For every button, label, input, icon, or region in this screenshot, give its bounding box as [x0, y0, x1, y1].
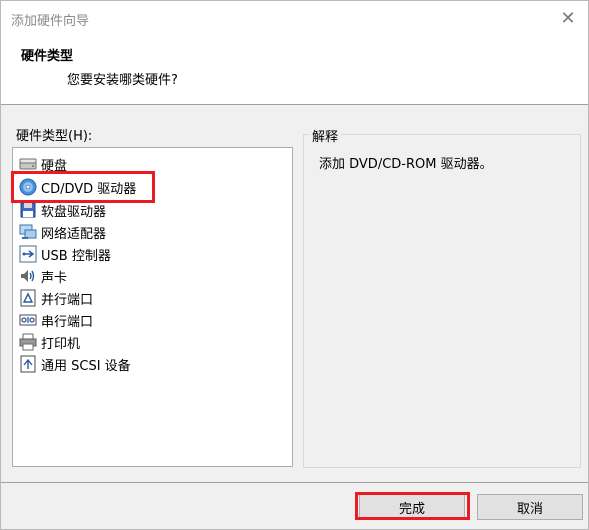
hardware-type-label: 硬件类型(H):: [16, 129, 93, 144]
window-title: 添加硬件向导: [11, 14, 90, 29]
hard-disk-icon: [19, 155, 37, 173]
close-button[interactable]: ✕: [556, 6, 580, 30]
usb-icon: [19, 245, 37, 263]
parallel-port-icon: [19, 289, 37, 307]
list-item-label: 打印机: [41, 336, 81, 352]
list-item-hard-disk[interactable]: 硬盘: [19, 153, 279, 175]
header-subtitle: 您要安装哪类硬件?: [67, 73, 178, 88]
explanation-group: [303, 134, 581, 468]
list-item-floppy[interactable]: 软盘驱动器: [19, 199, 279, 221]
network-adapter-icon: [19, 223, 37, 241]
list-item-label: USB 控制器: [41, 248, 111, 264]
list-item-label: 串行端口: [41, 314, 94, 330]
list-item-label: 声卡: [41, 270, 68, 286]
list-item-label: 通用 SCSI 设备: [41, 358, 131, 374]
hardware-type-list[interactable]: 硬盘 CD/DVD 驱动器 软盘驱动器 网络适配器 USB 控制器 声卡 并行端…: [12, 147, 293, 467]
list-item-label: 软盘驱动器: [41, 204, 107, 220]
list-item-network-adapter[interactable]: 网络适配器: [19, 221, 279, 243]
finish-button[interactable]: 完成: [359, 494, 465, 520]
list-item-label: 网络适配器: [41, 226, 107, 242]
footer-divider: [1, 482, 588, 483]
cancel-button[interactable]: 取消: [477, 494, 583, 520]
add-hardware-wizard-window: 添加硬件向导 ✕ 硬件类型 您要安装哪类硬件? 硬件类型(H): 硬盘 CD/D…: [0, 0, 589, 530]
scsi-device-icon: [19, 355, 37, 373]
printer-icon: [19, 333, 37, 351]
list-item-cd-dvd[interactable]: CD/DVD 驱动器: [19, 176, 279, 198]
serial-port-icon: [19, 311, 37, 329]
list-item-parallel-port[interactable]: 并行端口: [19, 287, 279, 309]
sound-card-icon: [19, 267, 37, 285]
explanation-legend: 解释: [309, 126, 342, 145]
wizard-header: 硬件类型 您要安装哪类硬件?: [1, 35, 588, 105]
list-item-sound-card[interactable]: 声卡: [19, 265, 279, 287]
list-item-label: 并行端口: [41, 292, 94, 308]
list-item-printer[interactable]: 打印机: [19, 331, 279, 353]
header-title: 硬件类型: [21, 49, 74, 64]
list-item-scsi-device[interactable]: 通用 SCSI 设备: [19, 353, 279, 375]
title-bar: 添加硬件向导 ✕: [1, 1, 588, 35]
list-item-label: 硬盘: [41, 158, 68, 174]
cd-dvd-icon: [19, 178, 37, 196]
explanation-text: 添加 DVD/CD-ROM 驱动器。: [319, 157, 493, 172]
close-icon: ✕: [560, 7, 576, 29]
list-item-usb-controller[interactable]: USB 控制器: [19, 243, 279, 265]
floppy-icon: [19, 201, 37, 219]
list-item-label: CD/DVD 驱动器: [41, 181, 137, 197]
list-item-serial-port[interactable]: 串行端口: [19, 309, 279, 331]
